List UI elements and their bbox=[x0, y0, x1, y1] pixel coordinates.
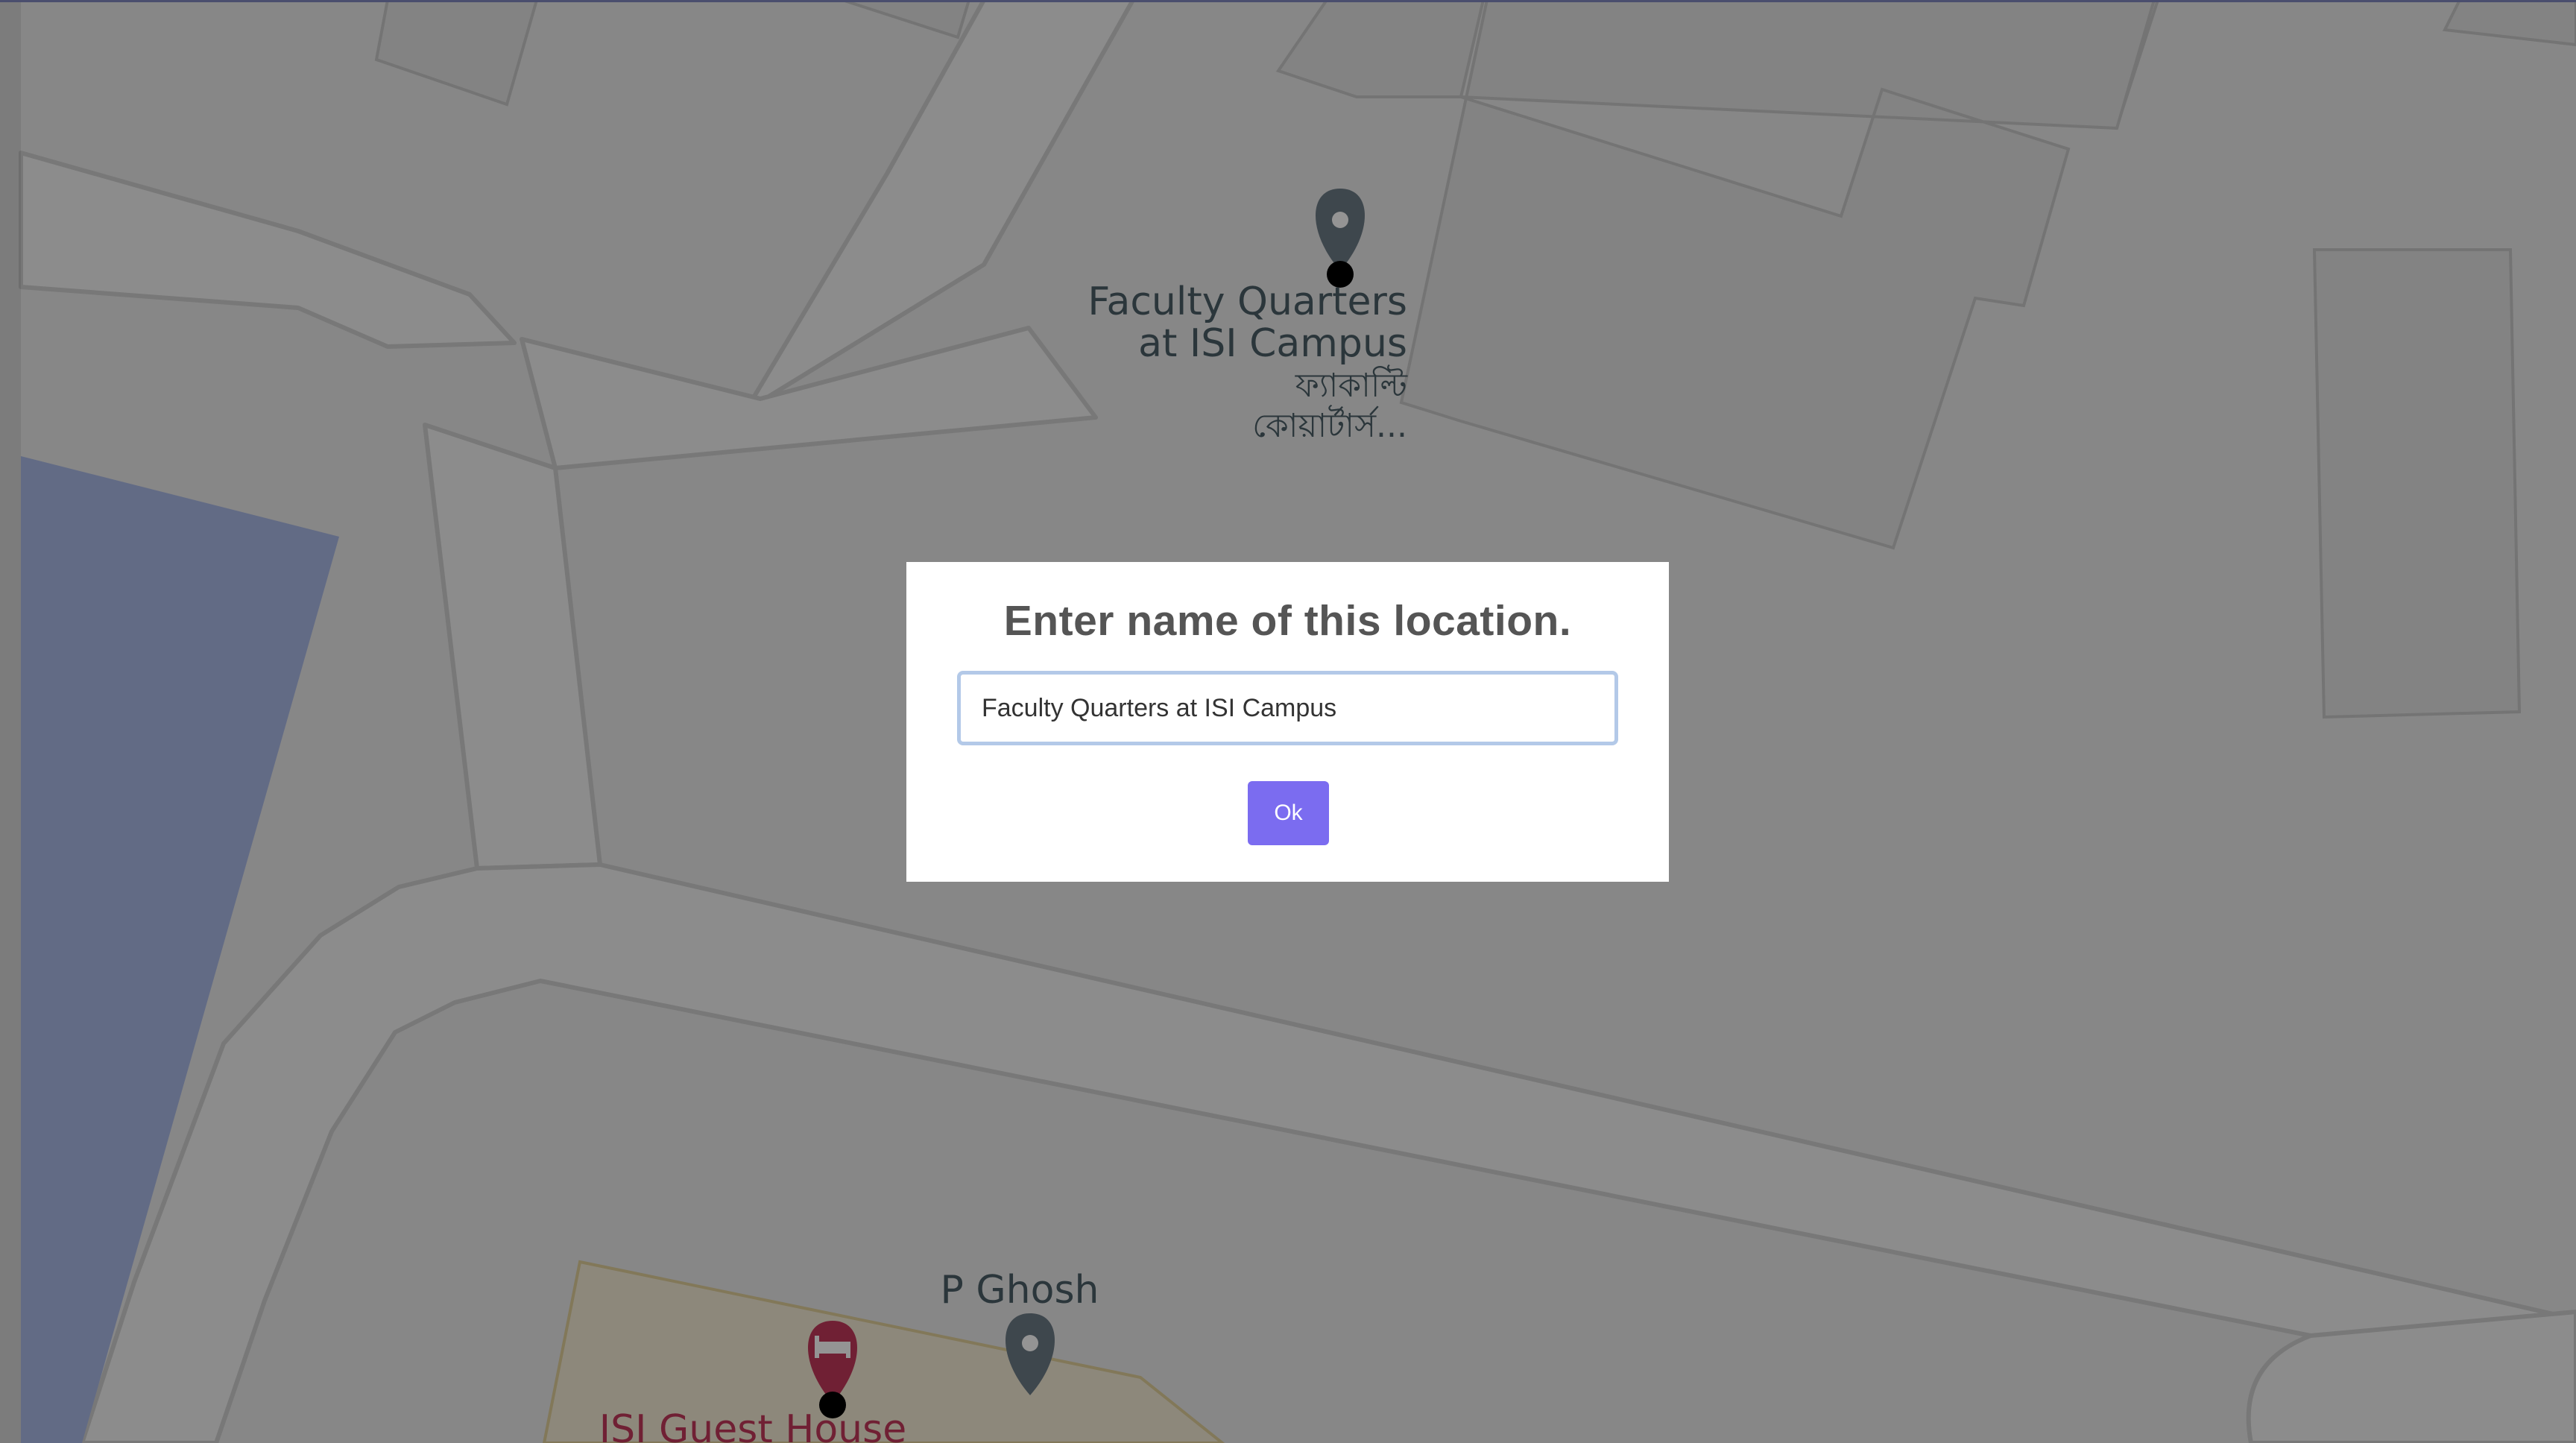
map-label-text[interactable]: ISI Guest House bbox=[599, 1407, 906, 1443]
top-border-line bbox=[0, 0, 2576, 2]
app-stage: Faculty Quarters at ISI Campus ফ্যাকাল্ট… bbox=[0, 0, 2576, 1443]
dialog-title: Enter name of this location. bbox=[1003, 597, 1572, 645]
ok-button[interactable]: Ok bbox=[1248, 781, 1329, 845]
map-label-text: Faculty Quarters bbox=[1087, 280, 1407, 324]
map-label-text: কোয়ার্টার্স... bbox=[1252, 405, 1407, 445]
map-label-text: ফ্যাকাল্টি bbox=[1295, 364, 1409, 405]
left-edge-strip bbox=[0, 0, 21, 1443]
map-label-text: at ISI Campus bbox=[1138, 321, 1407, 366]
building bbox=[2312, 248, 2522, 719]
location-name-dialog: Enter name of this location. Ok bbox=[906, 562, 1669, 882]
map-label-text[interactable]: P Ghosh bbox=[940, 1268, 1099, 1313]
location-name-input[interactable] bbox=[957, 671, 1618, 745]
